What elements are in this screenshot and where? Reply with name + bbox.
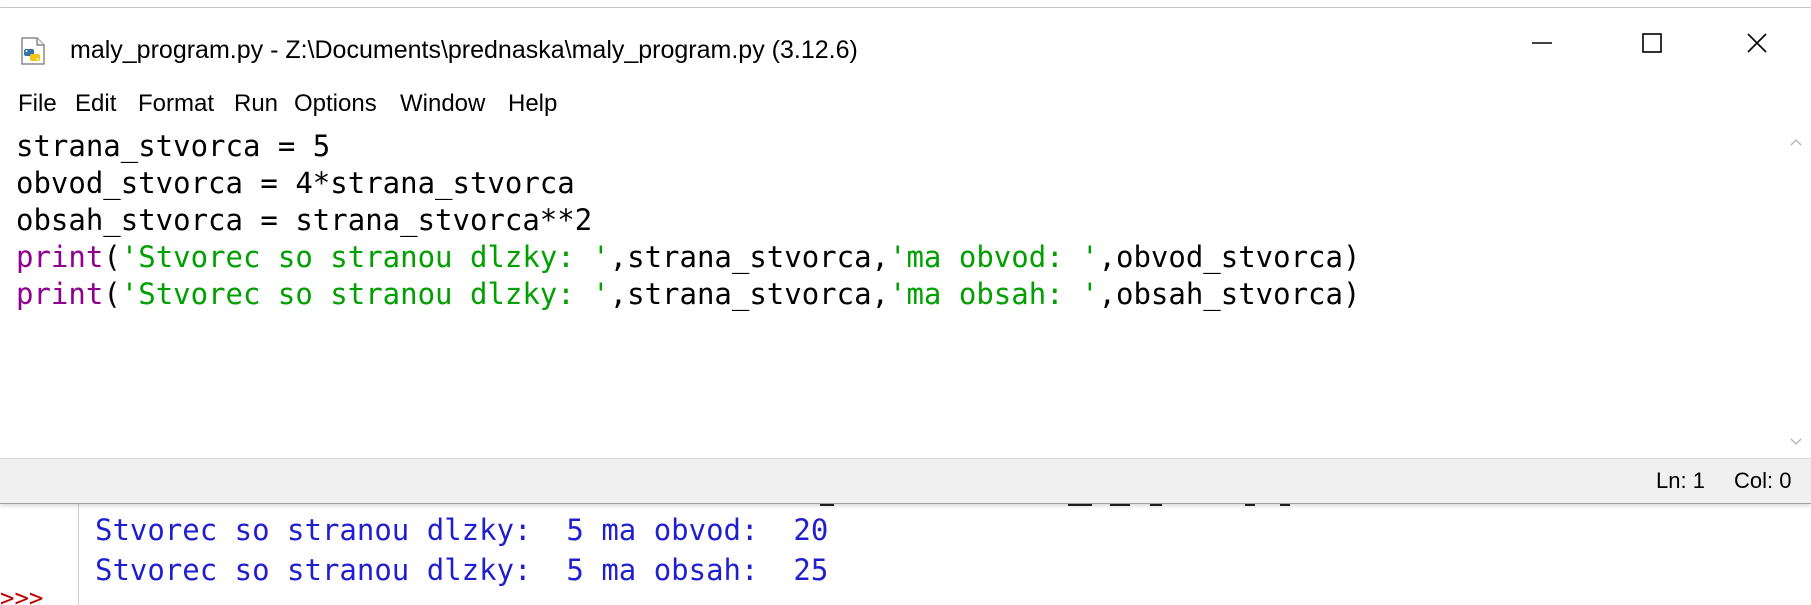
code-token-string: 'Stvorec so stranou dlzky: ' <box>120 240 610 274</box>
title-bar[interactable]: maly_program.py - Z:\Documents\prednaska… <box>0 8 1811 82</box>
screen: Stvorec so stranou dlzky: 5 ma obvod: 20… <box>0 0 1811 605</box>
code-token-plain: ,strana_stvorca, <box>609 240 890 274</box>
menu-edit[interactable]: Edit <box>73 88 118 120</box>
shell-prompt: >>> <box>0 584 44 605</box>
code-token-plain: ( <box>103 240 121 274</box>
shell-window-top-edge <box>0 0 1811 8</box>
code-line: print('Stvorec so stranou dlzky: ',stran… <box>16 237 1360 277</box>
code-token-keyword: print <box>16 240 104 274</box>
status-line-number: Ln: 1 <box>1656 468 1705 493</box>
shell-output-line-1: Stvorec so stranou dlzky: 5 ma obvod: 20 <box>95 513 829 547</box>
python-file-icon <box>18 36 48 66</box>
code-token-string: 'ma obsah: ' <box>889 277 1099 311</box>
shell-output-line-2: Stvorec so stranou dlzky: 5 ma obsah: 25 <box>95 553 829 587</box>
close-icon <box>1745 31 1769 60</box>
scroll-up-icon[interactable] <box>1788 134 1804 150</box>
code-token-plain: obvod_stvorca = 4*strana_stvorca <box>16 166 575 200</box>
status-column-number: Col: 0 <box>1734 468 1792 493</box>
maximize-icon <box>1640 31 1664 60</box>
shell-gutter-divider <box>78 500 79 605</box>
editor-window: maly_program.py - Z:\Documents\prednaska… <box>0 8 1811 504</box>
code-token-string: 'ma obvod: ' <box>889 240 1099 274</box>
code-token-plain: ( <box>103 277 121 311</box>
code-line: print('Stvorec so stranou dlzky: ',stran… <box>16 274 1360 314</box>
code-token-plain: ,obvod_stvorca) <box>1098 240 1361 274</box>
menu-file[interactable]: File <box>16 88 59 120</box>
menu-window[interactable]: Window <box>398 88 487 120</box>
scroll-down-icon[interactable] <box>1788 434 1804 450</box>
minimize-icon <box>1530 31 1554 60</box>
close-button[interactable] <box>1715 8 1799 82</box>
code-token-plain: ,obsah_stvorca) <box>1098 277 1361 311</box>
menu-options[interactable]: Options <box>292 88 379 120</box>
code-token-plain: ,strana_stvorca, <box>609 277 890 311</box>
code-token-string: 'Stvorec so stranou dlzky: ' <box>120 277 610 311</box>
code-line: strana_stvorca = 5 <box>16 126 330 166</box>
menu-format[interactable]: Format <box>136 88 216 120</box>
code-token-plain: obsah_stvorca = strana_stvorca**2 <box>16 203 593 237</box>
status-bar: Ln: 1 Col: 0 <box>0 458 1811 503</box>
menu-bar: File Edit Format Run Options Window Help <box>0 82 1811 126</box>
vertical-scrollbar[interactable] <box>1780 126 1811 458</box>
minimize-button[interactable] <box>1500 8 1584 82</box>
code-line: obsah_stvorca = strana_stvorca**2 <box>16 200 592 240</box>
code-line: obvod_stvorca = 4*strana_stvorca <box>16 163 575 203</box>
code-editor[interactable]: strana_stvorca = 5 obvod_stvorca = 4*stra… <box>0 126 1780 458</box>
code-token-plain: strana_stvorca = 5 <box>16 129 331 163</box>
maximize-button[interactable] <box>1610 8 1694 82</box>
menu-run[interactable]: Run <box>232 88 280 120</box>
menu-help[interactable]: Help <box>506 88 559 120</box>
code-token-keyword: print <box>16 277 104 311</box>
window-title: maly_program.py - Z:\Documents\prednaska… <box>70 36 858 64</box>
